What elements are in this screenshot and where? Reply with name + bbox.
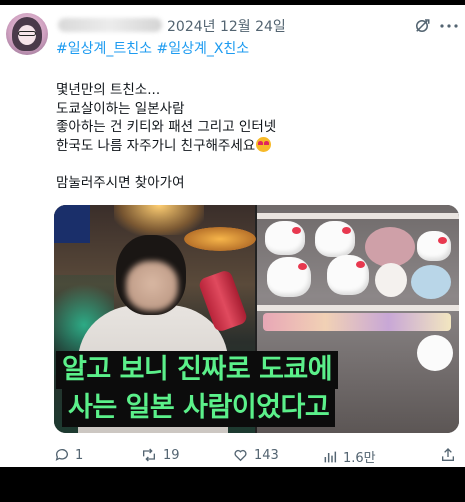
avatar[interactable] [6,13,48,55]
post-line: 좋아하는 건 키티와 패션 그리고 인터넷 [56,119,277,135]
hashtag-links[interactable]: #일상계_트친소 #일상계_Ⅹ친소 [56,38,249,58]
reply-icon [55,449,68,461]
post-line-blank [56,155,276,174]
blurred-username[interactable] [58,18,162,32]
post-line: 도쿄살이하는 일본사람 [56,100,185,117]
reply-count: 1 [75,447,84,463]
post-card[interactable]: 2024년 12월 24일 #일상계_트친소 #일상계_Ⅹ친소 몇년만의 트친소… [0,5,465,467]
share-icon [442,448,454,461]
post-line: 몇년만의 트친소... [56,82,161,98]
photo-hello-kitty-collection [257,205,459,433]
action-bar: 1 19 143 1.6만 [54,445,459,467]
views-button[interactable]: 1.6만 [322,447,376,466]
more-icon[interactable] [440,24,458,28]
repost-count: 19 [163,447,180,463]
post-date[interactable]: 2024년 12월 24일 [167,16,286,36]
bottom-bar [0,467,465,502]
share-button[interactable] [440,447,461,463]
repost-button[interactable]: 19 [140,447,180,463]
repost-icon [143,448,155,462]
media-image[interactable]: 알고 보니 진짜로 도쿄에 사는 일본 사람이었다고 [54,205,459,433]
like-button[interactable]: 143 [232,447,279,463]
post-text: 몇년만의 트친소... 도쿄살이하는 일본사람 좋아하는 건 키티와 패션 그리… [56,81,276,192]
photo-person [54,205,256,433]
post-line: 한국도 나름 자주가니 친구해주세요 [56,136,276,156]
views-icon [324,451,337,462]
view-count: 1.6만 [343,451,376,466]
heart-eyes-emoji [256,136,272,152]
post-line: 맘눌러주시면 찾아가여 [56,174,185,191]
like-count: 143 [254,447,279,463]
reply-button[interactable]: 1 [54,447,83,463]
like-icon [234,449,247,462]
refresh-icon[interactable] [413,17,431,35]
